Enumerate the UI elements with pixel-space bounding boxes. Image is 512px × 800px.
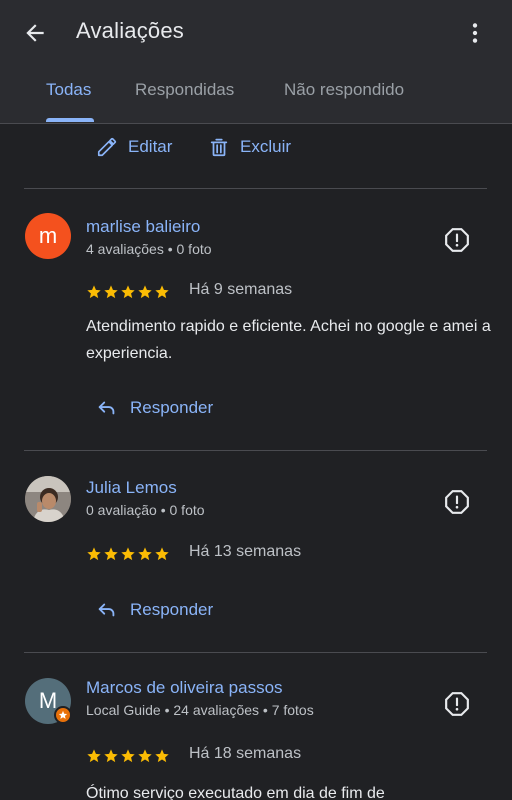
- more-vert-icon: [472, 23, 478, 43]
- tab-nao-respondido[interactable]: Não respondido: [284, 80, 404, 100]
- back-button[interactable]: [18, 16, 52, 50]
- review-date: Há 9 semanas: [189, 281, 293, 298]
- filter-tabs: Todas Respondidas Não respondido: [0, 72, 512, 124]
- trash-icon: [210, 138, 228, 157]
- star-icon: [121, 285, 135, 299]
- star-icon: [87, 547, 101, 561]
- avatar[interactable]: m: [25, 213, 71, 259]
- tab-respondidas[interactable]: Respondidas: [135, 80, 234, 100]
- report-button[interactable]: [442, 689, 472, 719]
- star-icon: [155, 285, 169, 299]
- more-options-button[interactable]: [458, 16, 492, 50]
- edit-button[interactable]: Editar: [96, 136, 172, 158]
- reply-label: Responder: [130, 600, 214, 619]
- reviewer-name[interactable]: Marcos de oliveira passos: [86, 678, 283, 698]
- reviewer-name[interactable]: Julia Lemos: [86, 478, 177, 498]
- report-flag-icon: [445, 490, 469, 514]
- local-guide-star-icon: [58, 710, 68, 719]
- review-date: Há 13 semanas: [189, 543, 302, 560]
- star-icon: [104, 547, 118, 561]
- avatar-initial: m: [38, 223, 58, 248]
- page-title: Avaliações: [76, 18, 184, 43]
- report-button[interactable]: [442, 487, 472, 517]
- star-icon: [138, 749, 152, 763]
- review-text: Atendimento rapido e eficiente. Achei no…: [86, 318, 491, 362]
- star-icon: [121, 547, 135, 561]
- report-flag-icon: [445, 692, 469, 716]
- reply-button[interactable]: Responder: [96, 397, 213, 419]
- active-tab-indicator: [46, 118, 94, 122]
- review-text: Ótimo serviço executado em dia de fim de: [86, 785, 385, 800]
- avatar[interactable]: [25, 476, 71, 522]
- reviews-list: Editar Excluir m marlise balieiro 4 aval…: [0, 124, 512, 800]
- profile-photo: [25, 476, 71, 522]
- star-rating: [86, 284, 170, 300]
- report-button[interactable]: [442, 225, 472, 255]
- reply-arrow-icon: [98, 401, 115, 415]
- arrow-back-icon: [26, 24, 44, 42]
- report-flag-icon: [445, 228, 469, 252]
- edit-label: Editar: [128, 137, 173, 156]
- star-icon: [138, 547, 152, 561]
- reviewer-stats: 0 avaliação • 0 foto: [86, 502, 205, 518]
- delete-label: Excluir: [240, 137, 292, 156]
- reviewer-stats: 4 avaliações • 0 foto: [86, 241, 212, 257]
- tab-todas[interactable]: Todas: [46, 80, 91, 100]
- delete-button[interactable]: Excluir: [208, 136, 291, 158]
- top-app-bar: Avaliações Todas Respondidas Não respond…: [0, 0, 512, 124]
- reply-button[interactable]: Responder: [96, 599, 213, 621]
- star-rating: [86, 546, 170, 562]
- star-icon: [104, 749, 118, 763]
- review-card: Julia Lemos 0 avaliação • 0 foto Há 13 s…: [0, 451, 512, 653]
- reviewer-stats: Local Guide • 24 avaliações • 7 fotos: [86, 702, 314, 718]
- reviewer-name[interactable]: marlise balieiro: [86, 217, 200, 237]
- star-icon: [138, 285, 152, 299]
- star-icon: [87, 285, 101, 299]
- star-icon: [104, 285, 118, 299]
- star-icon: [87, 749, 101, 763]
- pencil-icon: [97, 137, 117, 157]
- star-icon: [155, 547, 169, 561]
- star-icon: [121, 749, 135, 763]
- review-date: Há 18 semanas: [189, 745, 302, 762]
- review-card: M Marcos de oliveira passos Local Guide …: [0, 653, 512, 800]
- star-rating: [86, 748, 170, 764]
- reply-label: Responder: [130, 398, 214, 417]
- star-icon: [155, 749, 169, 763]
- local-guide-badge: [54, 706, 72, 724]
- reply-arrow-icon: [98, 603, 115, 617]
- review-card: m marlise balieiro 4 avaliações • 0 foto…: [0, 189, 512, 451]
- reviews-screen: Avaliações Todas Respondidas Não respond…: [0, 0, 512, 800]
